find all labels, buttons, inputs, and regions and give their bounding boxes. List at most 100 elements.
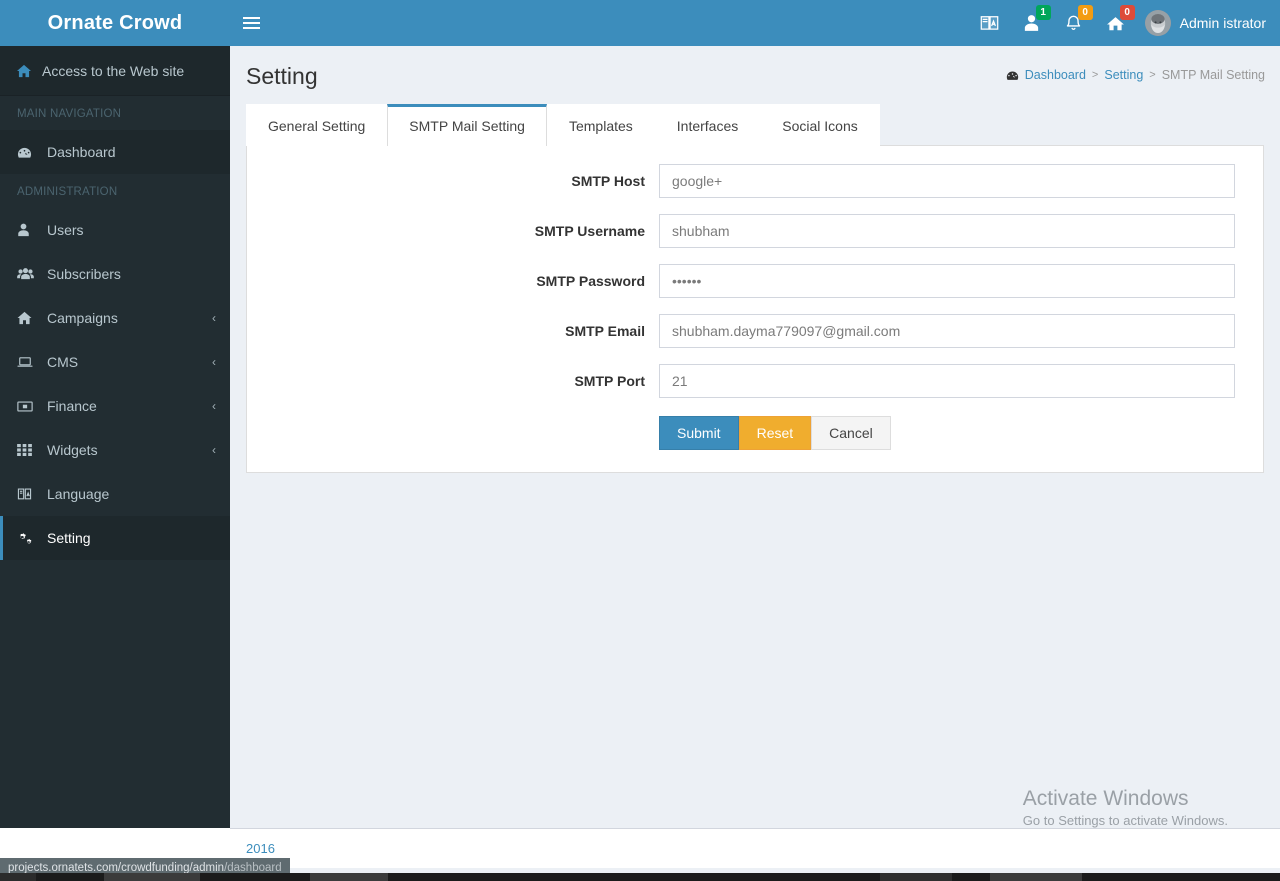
smtp-username-input[interactable] — [659, 214, 1235, 248]
user-menu[interactable]: Admin istrator — [1137, 0, 1280, 46]
sidebar-section-administration: ADMINISTRATION — [0, 174, 230, 208]
sidebar-web-access-label: Access to the Web site — [42, 62, 185, 79]
navbar-icons: 1 0 0 Admin istrator — [969, 0, 1280, 46]
smtp-password-control — [659, 264, 1249, 298]
language-icon[interactable] — [969, 0, 1011, 46]
breadcrumb-item-dashboard[interactable]: Dashboard — [1025, 68, 1086, 82]
smtp-password-label: SMTP Password — [536, 273, 645, 289]
brand-logo[interactable]: Ornate Crowd — [0, 0, 230, 46]
taskbar-segment[interactable] — [104, 873, 200, 881]
chevron-left-icon: ‹ — [212, 311, 216, 325]
sidebar-section-main-navigation: MAIN NAVIGATION — [0, 96, 230, 130]
smtp-host-input[interactable] — [659, 164, 1235, 198]
sidebar-item-label: Campaigns — [47, 310, 118, 326]
grid-icon — [17, 444, 36, 456]
taskbar-segment[interactable] — [990, 873, 1082, 881]
tab-list: General Setting SMTP Mail Setting Templa… — [246, 104, 1264, 146]
home-flag-badge: 0 — [1119, 5, 1135, 20]
language-icon — [17, 487, 36, 501]
sidebar-item-users[interactable]: Users — [0, 208, 230, 252]
form-row-smtp-password: SMTP Password — [247, 264, 1249, 298]
tab-social-icons[interactable]: Social Icons — [760, 104, 880, 146]
smtp-mail-setting-form: SMTP Host SMTP Username SMTP Password — [246, 146, 1264, 473]
smtp-email-label: SMTP Email — [565, 323, 645, 339]
sidebar-item-finance[interactable]: Finance ‹ — [0, 384, 230, 428]
form-row-smtp-username: SMTP Username — [247, 214, 1249, 248]
taskbar-segment[interactable] — [310, 873, 388, 881]
dashboard-icon — [17, 145, 36, 160]
sidebar-item-cms[interactable]: CMS ‹ — [0, 340, 230, 384]
footer-year: 2016 — [246, 841, 275, 856]
user-messages-icon[interactable]: 1 — [1011, 0, 1053, 46]
user-name-label: Admin istrator — [1179, 15, 1266, 31]
smtp-email-input[interactable] — [659, 314, 1235, 348]
sidebar-item-campaigns[interactable]: Campaigns ‹ — [0, 296, 230, 340]
chevron-left-icon: ‹ — [212, 399, 216, 413]
sidebar-item-label: Setting — [47, 530, 91, 546]
laptop-icon — [17, 355, 36, 369]
form-row-smtp-email: SMTP Email — [247, 314, 1249, 348]
gears-icon — [17, 531, 36, 546]
sidebar-item-subscribers[interactable]: Subscribers — [0, 252, 230, 296]
form-actions: Submit Reset Cancel — [659, 414, 1249, 450]
sidebar-item-label: Users — [47, 222, 84, 238]
top-navbar: 1 0 0 Admin istrator — [230, 0, 1280, 46]
home-icon — [17, 311, 36, 325]
smtp-email-control — [659, 314, 1249, 348]
user-messages-badge: 1 — [1035, 5, 1051, 20]
hamburger-icon[interactable] — [230, 0, 272, 46]
bell-icon[interactable]: 0 — [1053, 0, 1095, 46]
sidebar-item-setting[interactable]: Setting — [0, 516, 230, 560]
sidebar-item-language[interactable]: Language — [0, 472, 230, 516]
settings-tab-panel: General Setting SMTP Mail Setting Templa… — [246, 104, 1264, 473]
home-flag-icon[interactable]: 0 — [1095, 0, 1137, 46]
tab-general-setting[interactable]: General Setting — [246, 104, 388, 146]
chevron-left-icon: ‹ — [212, 355, 216, 369]
user-icon — [17, 223, 36, 237]
smtp-username-control — [659, 214, 1249, 248]
breadcrumb-item-current: SMTP Mail Setting — [1161, 68, 1265, 82]
smtp-host-label: SMTP Host — [571, 173, 645, 189]
submit-button[interactable]: Submit — [659, 416, 739, 450]
money-icon — [17, 400, 36, 413]
page-header: Setting Dashboard > Setting > SMTP Mail … — [230, 46, 1280, 104]
sidebar-item-label: Finance — [47, 398, 97, 414]
reset-button[interactable]: Reset — [738, 416, 812, 450]
sidebar-item-widgets[interactable]: Widgets ‹ — [0, 428, 230, 472]
breadcrumb-separator: > — [1091, 69, 1099, 81]
sidebar-item-label: Dashboard — [47, 144, 116, 160]
smtp-port-label: SMTP Port — [574, 373, 645, 389]
page-footer: 2016 — [230, 828, 1280, 868]
taskbar-segment[interactable] — [880, 873, 952, 881]
content-area: Setting Dashboard > Setting > SMTP Mail … — [230, 46, 1280, 828]
tab-templates[interactable]: Templates — [546, 104, 655, 146]
smtp-password-input[interactable] — [659, 264, 1235, 298]
cancel-button[interactable]: Cancel — [811, 416, 891, 450]
tab-smtp-mail-setting[interactable]: SMTP Mail Setting — [387, 104, 547, 146]
admin-dashboard-page: Ornate Crowd Access to the Web site MAIN… — [0, 0, 1280, 881]
sidebar-item-label: Language — [47, 486, 110, 502]
home-icon — [17, 64, 31, 78]
users-group-icon — [17, 267, 36, 281]
sidebar-item-label: Subscribers — [47, 266, 121, 282]
breadcrumb-item-setting[interactable]: Setting — [1104, 68, 1143, 82]
tab-interfaces[interactable]: Interfaces — [654, 104, 761, 146]
sidebar-item-dashboard[interactable]: Dashboard — [0, 130, 230, 174]
breadcrumb-separator: > — [1149, 69, 1156, 81]
breadcrumb: Dashboard > Setting > SMTP Mail Setting — [1006, 68, 1265, 82]
smtp-port-control — [659, 364, 1249, 398]
form-row-smtp-port: SMTP Port — [247, 364, 1249, 398]
form-row-smtp-host: SMTP Host — [247, 164, 1249, 198]
dashboard-icon — [1006, 69, 1019, 82]
smtp-username-label: SMTP Username — [534, 223, 645, 239]
sidebar-item-label: CMS — [47, 354, 79, 370]
bell-badge: 0 — [1077, 5, 1093, 20]
brand-label: Ornate Crowd — [47, 11, 183, 34]
smtp-port-input[interactable] — [659, 364, 1235, 398]
sidebar-item-web-access[interactable]: Access to the Web site — [0, 46, 230, 96]
chevron-left-icon: ‹ — [212, 443, 216, 457]
taskbar-segment[interactable] — [0, 873, 36, 881]
sidebar: Ornate Crowd Access to the Web site MAIN… — [0, 0, 230, 828]
sidebar-item-label: Widgets — [47, 442, 98, 458]
avatar — [1144, 10, 1171, 36]
